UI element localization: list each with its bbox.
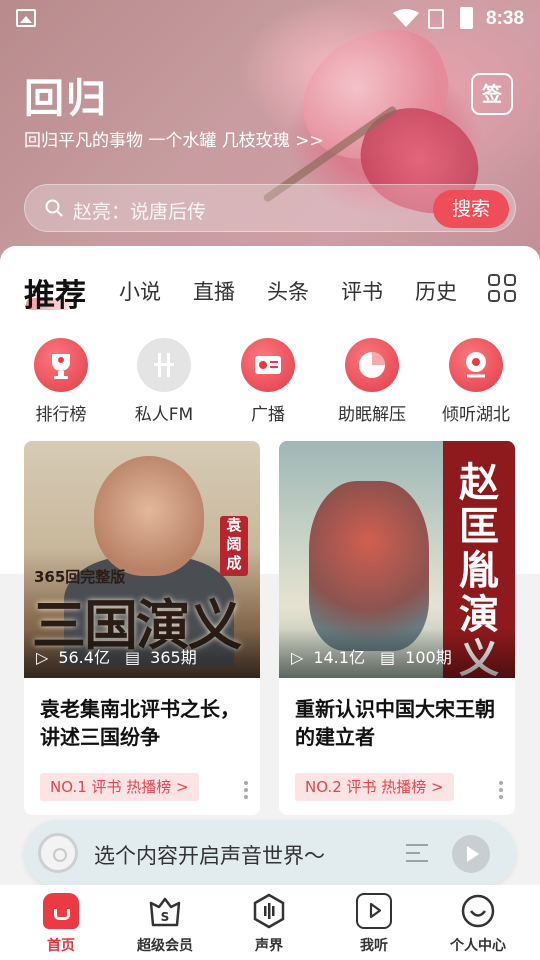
nav-home[interactable]: 首页 — [11, 893, 111, 955]
category-sleep[interactable]: 助眠解压 — [322, 338, 422, 425]
play-count-icon: ▷ — [291, 648, 304, 667]
nav-label: 声界 — [255, 938, 283, 954]
card-cover-image: 赵匡胤演义 ▷14.1亿 ▤100期 — [279, 441, 515, 678]
nav-label: 个人中心 — [450, 938, 506, 954]
episode-count: 100期 — [405, 648, 452, 667]
category-private-fm[interactable]: 私人FM — [114, 338, 214, 425]
play-count: 56.4亿 — [58, 648, 110, 667]
disc-icon — [38, 833, 78, 873]
category-radio[interactable]: 广播 — [218, 338, 318, 425]
search-bar[interactable]: 赵亮：说唐后传 搜索 — [24, 184, 516, 232]
category-ranking[interactable]: 排行榜 — [11, 338, 111, 425]
card-meta: ▷ 14.1亿 ▤ 100期 — [291, 644, 462, 668]
tab-storytelling[interactable]: 评书 — [341, 276, 383, 306]
smile-icon — [460, 893, 496, 929]
content-card[interactable]: 袁阔成 365回完整版 三国演义 ▷ 56.4亿 ▤ 365期 袁老集南北评书之长，… — [24, 441, 260, 815]
wifi-icon — [393, 9, 419, 27]
tab-history[interactable]: 历史 — [415, 276, 457, 306]
nav-label: 我听 — [360, 938, 388, 954]
play-count: 14.1亿 — [313, 648, 365, 667]
category-label: 私人FM — [134, 405, 194, 425]
nav-label: 超级会员 — [137, 938, 193, 954]
radio-icon — [241, 338, 295, 392]
tab-novel[interactable]: 小说 — [119, 276, 161, 306]
battery-icon — [460, 7, 473, 29]
category-label: 排行榜 — [35, 405, 87, 425]
more-options-icon[interactable] — [499, 781, 503, 799]
fm-icon — [137, 338, 191, 392]
nav-sound-world[interactable]: 声界 — [219, 893, 319, 955]
svg-text:S: S — [161, 910, 170, 924]
cover-figure-face — [94, 456, 204, 576]
nav-my-listening[interactable]: 我听 — [324, 893, 424, 955]
sleep-icon — [345, 338, 399, 392]
status-time: 8:38 — [486, 8, 525, 29]
episodes-icon: ▤ — [125, 648, 141, 667]
home-icon — [43, 893, 79, 929]
cover-figure — [309, 481, 429, 651]
content-card[interactable]: 赵匡胤演义 ▷14.1亿 ▤100期 重新认识中国大宋王朝的建立者 NO.2 评… — [279, 441, 515, 815]
trophy-icon — [34, 338, 88, 392]
card-meta: ▷ 56.4亿 ▤ 365期 — [36, 644, 207, 668]
gallery-icon — [16, 9, 36, 27]
category-label: 助眠解压 — [338, 405, 406, 425]
sign-in-button[interactable]: 签 — [471, 73, 513, 115]
episodes-icon: ▤ — [380, 648, 396, 667]
card-cover-image: 袁阔成 365回完整版 三国演义 ▷ 56.4亿 ▤ 365期 — [24, 441, 260, 678]
play-count-icon: ▷ — [36, 648, 49, 667]
search-icon — [45, 199, 63, 217]
status-bar: 8:38 — [0, 0, 540, 36]
card-title: 重新认识中国大宋王朝的建立者 — [295, 697, 495, 749]
player-prompt: 选个内容开启声音世界～ — [94, 844, 325, 868]
header-banner: 8:38 回归 回归平凡的事物 一个水罐 几枝玫瑰 >> 签 赵亮：说唐后传 搜… — [0, 0, 540, 270]
vip-icon: S — [147, 893, 183, 929]
nav-vip[interactable]: S 超级会员 — [115, 893, 215, 955]
category-label: 倾听湖北 — [442, 405, 510, 425]
play-button[interactable] — [452, 835, 490, 873]
mini-player[interactable]: 选个内容开启声音世界～ — [24, 820, 516, 886]
rank-tag[interactable]: NO.2 评书 热播榜 > — [295, 773, 454, 801]
card-title: 袁老集南北评书之长，讲述三国纷争 — [40, 697, 240, 749]
category-hubei[interactable]: 倾听湖北 — [426, 338, 526, 425]
no-sim-icon — [428, 9, 444, 29]
play-square-icon — [356, 893, 392, 929]
tab-headlines[interactable]: 头条 — [267, 276, 309, 306]
header-subtitle-link[interactable]: 回归平凡的事物 一个水罐 几枝玫瑰 >> — [24, 126, 324, 151]
location-icon — [449, 338, 503, 392]
episode-count: 365期 — [150, 648, 197, 667]
all-categories-icon[interactable] — [488, 274, 518, 304]
playlist-icon[interactable] — [406, 842, 434, 864]
tab-live[interactable]: 直播 — [193, 276, 235, 306]
cover-seal: 袁阔成 — [220, 516, 248, 576]
rank-tag[interactable]: NO.1 评书 热播榜 > — [40, 773, 199, 801]
bottom-nav: 首页 S 超级会员 声界 我听 个人中心 — [0, 885, 540, 960]
category-label: 广播 — [251, 405, 285, 425]
more-options-icon[interactable] — [244, 781, 248, 799]
sound-world-icon — [251, 893, 287, 929]
tab-recommend[interactable]: 推荐 — [24, 270, 86, 315]
nav-label: 首页 — [47, 938, 75, 954]
nav-profile[interactable]: 个人中心 — [428, 893, 528, 955]
search-input[interactable]: 赵亮：说唐后传 — [73, 197, 206, 224]
search-button[interactable]: 搜索 — [433, 190, 509, 228]
page-title: 回归 — [24, 76, 108, 122]
